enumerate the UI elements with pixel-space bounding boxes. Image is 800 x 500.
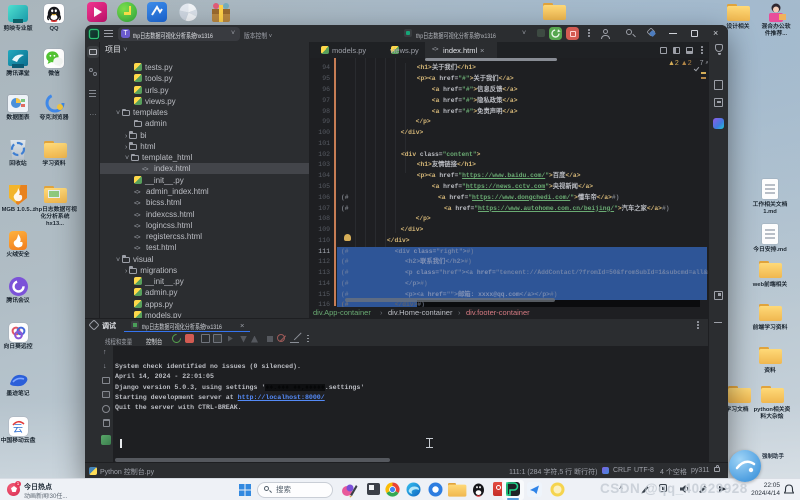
svg-text:云: 云 bbox=[13, 424, 23, 435]
